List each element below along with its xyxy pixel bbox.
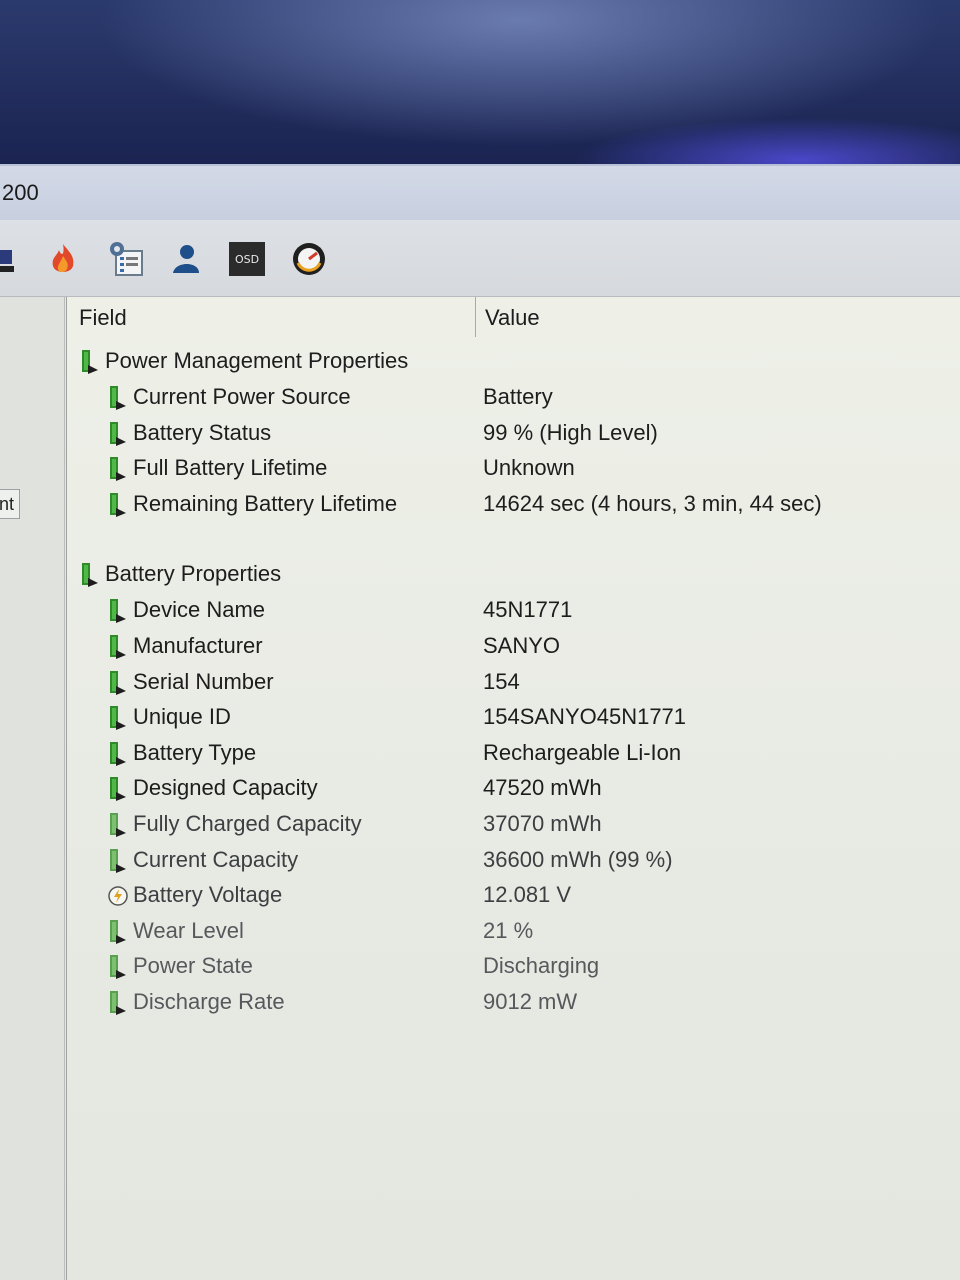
osd-label: OSD xyxy=(235,253,259,266)
field-label: Battery Type xyxy=(133,739,257,765)
group-header[interactable]: Power Management Properties xyxy=(67,345,960,379)
field-value: 21 % xyxy=(483,917,534,943)
field-value: 36600 mWh (99 %) xyxy=(483,846,673,872)
battery-property-icon xyxy=(107,848,129,874)
battery-property-icon xyxy=(107,456,129,482)
field-label: Battery Status xyxy=(133,419,272,445)
flame-icon[interactable] xyxy=(46,240,80,278)
list-item[interactable]: Manufacturer SANYO xyxy=(67,630,960,664)
list-item[interactable]: Discharge Rate 9012 mW xyxy=(67,986,960,1020)
field-value: Discharging xyxy=(483,953,600,979)
field-value: 99 % (High Level) xyxy=(483,419,658,445)
battery-property-icon xyxy=(107,421,129,447)
gauge-icon[interactable] xyxy=(291,240,327,278)
group-title: Battery Properties xyxy=(105,561,282,587)
list-item[interactable]: Battery Voltage 12.081 V xyxy=(67,879,960,913)
field-label: Power State xyxy=(133,953,253,979)
window-title: 200 xyxy=(2,180,39,205)
field-value: 14624 sec (4 hours, 3 min, 44 sec) xyxy=(483,490,822,516)
column-header-field[interactable]: Field xyxy=(79,305,127,331)
list-item[interactable]: Full Battery Lifetime Unknown xyxy=(67,452,960,486)
voltage-icon xyxy=(107,883,129,909)
group-title: Power Management Properties xyxy=(105,348,409,373)
user-icon[interactable] xyxy=(168,240,202,278)
list-item[interactable]: Fully Charged Capacity 37070 mWh xyxy=(67,808,960,842)
app-window: 200 OSD nt Field Value Power Management … xyxy=(0,164,960,1280)
list-item[interactable]: Current Capacity 36600 mWh (99 %) xyxy=(67,844,960,878)
battery-group-icon xyxy=(79,349,101,375)
left-pane-tab[interactable]: nt xyxy=(0,489,20,519)
list-item[interactable]: Battery Status 99 % (High Level) xyxy=(67,417,960,451)
computer-icon[interactable] xyxy=(0,240,18,278)
left-navigation-pane: nt xyxy=(0,297,65,1280)
battery-property-icon xyxy=(107,634,129,660)
field-label: Wear Level xyxy=(133,917,244,943)
field-label: Unique ID xyxy=(133,704,231,730)
field-value: Unknown xyxy=(483,455,575,481)
battery-property-icon xyxy=(107,919,129,945)
group-header[interactable]: Battery Properties xyxy=(67,558,960,592)
field-value: Battery xyxy=(483,384,553,409)
battery-property-icon xyxy=(107,670,129,696)
battery-property-icon xyxy=(107,598,129,624)
column-header-value[interactable]: Value xyxy=(485,305,540,331)
field-value: 47520 mWh xyxy=(483,775,602,801)
battery-property-icon xyxy=(107,492,129,518)
field-label: Discharge Rate xyxy=(133,989,285,1014)
field-value: 12.081 V xyxy=(483,882,572,908)
field-value: 9012 mW xyxy=(483,989,578,1014)
title-bar: 200 xyxy=(0,164,960,222)
field-label: Serial Number xyxy=(133,668,274,694)
list-item[interactable]: Wear Level 21 % xyxy=(67,915,960,949)
list-item[interactable]: Device Name 45N1771 xyxy=(67,594,960,628)
field-label: Fully Charged Capacity xyxy=(133,811,362,836)
toolbar: OSD xyxy=(0,220,960,297)
field-value: 154SANYO45N1771 xyxy=(483,704,687,730)
list-item[interactable]: Designed Capacity 47520 mWh xyxy=(67,772,960,806)
field-value: 154 xyxy=(483,668,520,694)
field-label: Designed Capacity xyxy=(133,775,318,801)
field-value: 37070 mWh xyxy=(483,811,602,836)
battery-property-icon xyxy=(107,705,129,731)
field-label: Remaining Battery Lifetime xyxy=(133,490,398,516)
list-item[interactable]: Remaining Battery Lifetime 14624 sec (4 h… xyxy=(67,488,960,522)
field-label: Device Name xyxy=(133,597,266,623)
field-label: Current Capacity xyxy=(133,846,299,872)
calendar-task-icon[interactable] xyxy=(106,240,144,278)
field-value: 45N1771 xyxy=(483,597,573,623)
osd-icon[interactable]: OSD xyxy=(229,240,265,278)
desktop-background xyxy=(0,0,960,170)
field-value: SANYO xyxy=(483,633,561,658)
properties-list: Field Value Power Management Properties C… xyxy=(66,297,960,1280)
list-item[interactable]: Current Power Source Battery xyxy=(67,381,960,415)
list-item[interactable]: Battery Type Rechargeable Li-Ion xyxy=(67,737,960,771)
field-label: Battery Voltage xyxy=(133,882,283,908)
field-label: Full Battery Lifetime xyxy=(133,455,328,481)
battery-group-icon xyxy=(79,562,101,588)
battery-property-icon xyxy=(107,990,129,1016)
list-item[interactable]: Serial Number 154 xyxy=(67,666,960,700)
battery-property-icon xyxy=(107,741,129,767)
field-label: Current Power Source xyxy=(133,384,351,409)
battery-property-icon xyxy=(107,385,129,411)
column-separator[interactable] xyxy=(475,297,476,337)
field-value: Rechargeable Li-Ion xyxy=(483,739,682,765)
list-item[interactable]: Power State Discharging xyxy=(67,950,960,984)
list-item[interactable]: Unique ID 154SANYO45N1771 xyxy=(67,701,960,735)
field-label: Manufacturer xyxy=(133,633,263,658)
battery-property-icon xyxy=(107,812,129,838)
battery-property-icon xyxy=(107,954,129,980)
battery-property-icon xyxy=(107,776,129,802)
